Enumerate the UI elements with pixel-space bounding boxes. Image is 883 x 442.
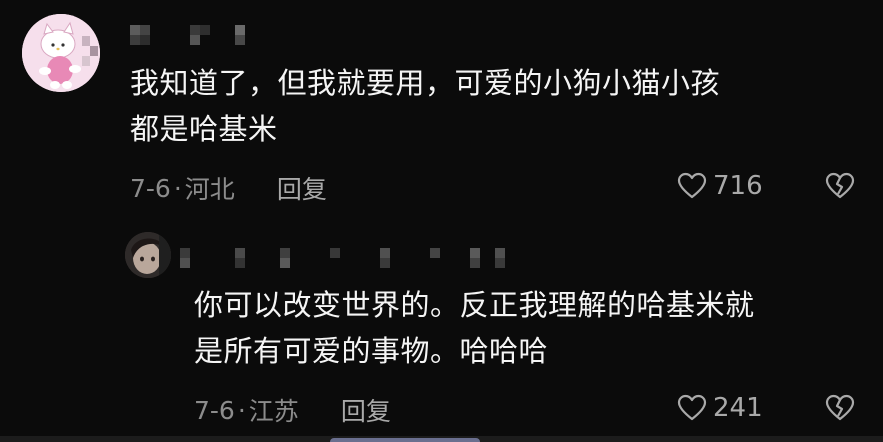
comment-meta: 7-6 · 江苏 回复 bbox=[194, 392, 391, 428]
username-blurred[interactable] bbox=[130, 25, 270, 47]
meta-separator: · bbox=[173, 173, 182, 203]
reply-button[interactable]: 回复 bbox=[277, 170, 327, 206]
home-indicator bbox=[330, 438, 480, 442]
meta-separator: · bbox=[237, 395, 246, 425]
comment-location: 江苏 bbox=[248, 397, 299, 426]
bottom-edge bbox=[0, 436, 883, 442]
dislike-button[interactable] bbox=[825, 172, 855, 204]
hello-kitty-avatar-icon[interactable] bbox=[22, 14, 100, 92]
comment-text: 你可以改变世界的。反正我理解的哈基米就 是所有可爱的事物。哈哈哈 bbox=[194, 288, 755, 368]
comment-text: 我知道了，但我就要用，可爱的小狗小猫小孩 都是哈基米 bbox=[130, 66, 721, 146]
like-button[interactable]: 241 bbox=[677, 393, 763, 423]
user-avatar-icon[interactable] bbox=[125, 232, 171, 278]
comment-date: 7-6 bbox=[194, 395, 235, 425]
broken-heart-icon bbox=[825, 172, 855, 199]
comment-meta: 7-6 · 河北 回复 bbox=[130, 170, 327, 206]
heart-icon bbox=[677, 394, 707, 421]
like-button[interactable]: 716 bbox=[677, 171, 763, 201]
broken-heart-icon bbox=[825, 394, 855, 421]
heart-icon bbox=[677, 172, 707, 199]
comment-date: 7-6 bbox=[130, 173, 171, 203]
reply-button[interactable]: 回复 bbox=[341, 392, 391, 428]
like-count: 241 bbox=[713, 393, 763, 423]
dislike-button[interactable] bbox=[825, 394, 855, 426]
username-blurred[interactable] bbox=[180, 248, 520, 270]
comment-location: 河北 bbox=[184, 175, 235, 204]
like-count: 716 bbox=[713, 171, 763, 201]
